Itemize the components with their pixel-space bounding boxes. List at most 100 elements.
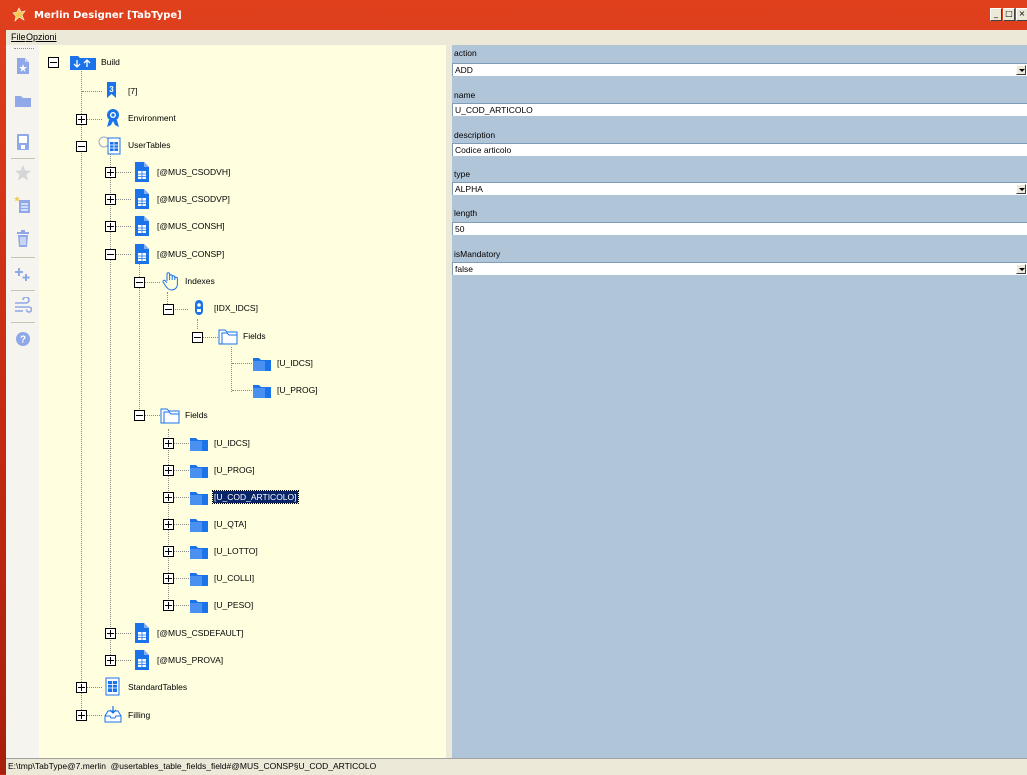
table-icon	[135, 216, 149, 236]
add-list-icon[interactable]	[14, 196, 32, 214]
menu-file[interactable]: File	[11, 32, 26, 42]
expand-toggle[interactable]	[76, 114, 87, 125]
expand-toggle[interactable]	[163, 546, 174, 557]
expand-toggle[interactable]	[105, 167, 116, 178]
tree-node-environment[interactable]: Environment	[103, 108, 213, 128]
expand-toggle[interactable]	[163, 465, 174, 476]
tree-node-build[interactable]: Build	[69, 52, 149, 72]
name-value: U_COD_ARTICOLO	[455, 105, 533, 115]
collapse-toggle[interactable]	[105, 249, 116, 260]
expand-toggle[interactable]	[163, 600, 174, 611]
chevron-down-icon[interactable]	[1016, 184, 1026, 194]
wind-icon[interactable]	[14, 297, 32, 315]
tree-node-idx-idcs[interactable]: [IDX_IDCS]	[189, 298, 299, 318]
build-folder-icon	[70, 56, 96, 70]
mandatory-value: false	[455, 264, 473, 274]
tree-node-mus-consp[interactable]: [@MUS_CONSP]	[132, 244, 272, 264]
minimize-button[interactable]: _	[990, 8, 1002, 21]
action-select[interactable]: ADD	[452, 63, 1027, 76]
tree-node-mus-prova[interactable]: [@MUS_PROVA]	[132, 650, 272, 670]
toolbar-grip[interactable]	[14, 48, 34, 51]
expand-toggle[interactable]	[105, 655, 116, 666]
vertical-toolbar: ?	[6, 45, 40, 758]
tree-node-field-u-peso[interactable]: [U_PESO]	[189, 595, 289, 615]
tree-node-standardtables[interactable]: StandardTables	[103, 677, 233, 697]
tree-node-mus-consh[interactable]: [@MUS_CONSH]	[132, 216, 272, 236]
field-folder-icon	[190, 492, 208, 505]
delete-trash-icon[interactable]	[14, 230, 32, 248]
help-icon[interactable]: ?	[14, 330, 32, 348]
collapse-toggle[interactable]	[134, 410, 145, 421]
tree-node-field-u-prog[interactable]: [U_PROG]	[189, 460, 289, 480]
collapse-toggle[interactable]	[192, 332, 203, 343]
tree-node-index-fields[interactable]: Fields	[218, 326, 318, 346]
expand-toggle[interactable]	[163, 492, 174, 503]
collapse-toggle[interactable]	[76, 141, 87, 152]
expand-toggle[interactable]	[105, 194, 116, 205]
expand-toggle[interactable]	[76, 682, 87, 693]
expand-toggle[interactable]	[76, 710, 87, 721]
expand-toggle[interactable]	[163, 573, 174, 584]
tree-node-index-field-u-idcs[interactable]: [U_IDCS]	[252, 353, 352, 373]
mandatory-label: isMandatory	[454, 249, 501, 259]
add-item-icon[interactable]	[14, 265, 32, 283]
svg-text:?: ?	[20, 335, 26, 346]
title-bar[interactable]: Merlin Designer [TabType] _ □ ×	[0, 0, 1027, 30]
expand-toggle[interactable]	[105, 221, 116, 232]
tree-guide-line	[231, 347, 232, 392]
tree-guide-line	[197, 319, 198, 329]
inbox-tray-icon	[104, 706, 122, 723]
collapse-toggle[interactable]	[134, 277, 145, 288]
tree-node-label: Indexes	[185, 276, 215, 286]
chevron-down-icon[interactable]	[1016, 264, 1026, 274]
object-tree[interactable]: Build 3 [7] Environment UserTables [@MUS	[39, 45, 446, 758]
user-tables-icon	[98, 136, 121, 155]
tree-node-index-field-u-prog[interactable]: [U_PROG]	[252, 380, 352, 400]
tree-guide-line	[81, 69, 82, 720]
svg-text:3: 3	[109, 85, 114, 94]
save-disk-icon[interactable]	[14, 133, 32, 151]
tree-node-label: Environment	[128, 113, 176, 123]
description-value: Codice articolo	[455, 145, 512, 155]
tree-node-version[interactable]: 3 [7]	[103, 81, 163, 101]
table-icon	[135, 623, 149, 643]
menu-opzioni[interactable]: Opzioni	[26, 32, 57, 42]
tree-node-field-u-colli[interactable]: [U_COLLI]	[189, 568, 289, 588]
close-button[interactable]: ×	[1016, 8, 1027, 21]
tree-node-mus-csdefault[interactable]: [@MUS_CSDEFAULT]	[132, 623, 292, 643]
open-folder-icon[interactable]	[14, 92, 32, 110]
name-field[interactable]: U_COD_ARTICOLO	[452, 103, 1027, 116]
tree-node-field-u-cod-articolo[interactable]: [U_COD_ARTICOLO]	[189, 487, 329, 507]
collapse-toggle[interactable]	[163, 304, 174, 315]
expand-toggle[interactable]	[163, 519, 174, 530]
length-field[interactable]: 50	[452, 222, 1027, 235]
tree-node-usertables[interactable]: UserTables	[97, 135, 207, 155]
maximize-button[interactable]: □	[1003, 8, 1015, 21]
tree-node-label: [U_PROG]	[277, 385, 318, 395]
tree-node-indexes[interactable]: Indexes	[160, 271, 260, 291]
tree-node-field-u-idcs[interactable]: [U_IDCS]	[189, 433, 289, 453]
tree-node-mus-csodvh[interactable]: [@MUS_CSODVH]	[132, 162, 272, 182]
tree-node-fields[interactable]: Fields	[160, 405, 260, 425]
chevron-down-icon[interactable]	[1016, 65, 1026, 75]
tree-node-mus-csodvp[interactable]: [@MUS_CSODVP]	[132, 189, 272, 209]
favorite-star-icon[interactable]	[14, 164, 32, 182]
tree-node-field-u-lotto[interactable]: [U_LOTTO]	[189, 541, 289, 561]
new-document-icon[interactable]	[14, 57, 32, 75]
description-field[interactable]: Codice articolo	[452, 143, 1027, 156]
tree-node-label: [U_IDCS]	[214, 438, 250, 448]
expand-toggle[interactable]	[105, 628, 116, 639]
tree-node-label: Filling	[128, 710, 151, 720]
mandatory-select[interactable]: false	[452, 262, 1027, 275]
collapse-toggle[interactable]	[48, 57, 59, 68]
type-value: ALPHA	[455, 184, 483, 194]
expand-toggle[interactable]	[163, 438, 174, 449]
description-label: description	[454, 130, 496, 140]
action-value: ADD	[455, 65, 473, 75]
tree-node-field-u-qta[interactable]: [U_QTA]	[189, 514, 289, 534]
field-folder-icon	[253, 358, 271, 371]
tree-node-filling[interactable]: Filling	[103, 705, 203, 725]
tree-node-label: [@MUS_CSODVH]	[157, 167, 231, 177]
length-label: length	[454, 208, 478, 218]
type-select[interactable]: ALPHA	[452, 182, 1027, 195]
